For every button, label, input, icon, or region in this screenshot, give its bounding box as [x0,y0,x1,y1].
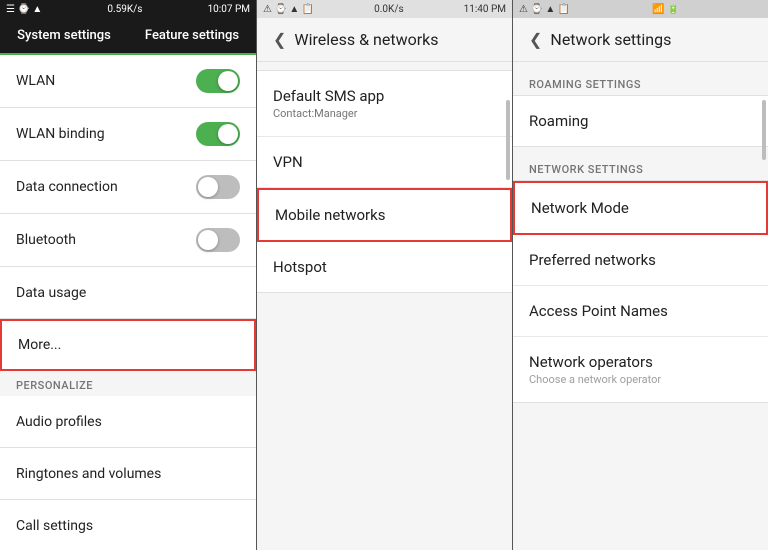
status-icons-3: ⚠ ⌚ ▲ 📋 [519,4,570,15]
status-signal-3: 📶 🔋 [652,4,679,15]
status-time-1: 10:07 PM [208,4,250,15]
roaming-card: Roaming [513,95,768,147]
network-item-apn[interactable]: Access Point Names [513,286,768,337]
status-bar-2: ⚠ ⌚ ▲ 📋 0.0K/s 11:40 PM [257,0,512,18]
toggle-wlan[interactable] [196,69,240,93]
network-card: Network Mode Preferred networks Access P… [513,180,768,403]
wireless-title: Wireless & networks [294,30,438,49]
network-item-operators[interactable]: Network operators Choose a network opera… [513,337,768,402]
setting-bluetooth[interactable]: Bluetooth [0,214,256,267]
wireless-menu-card: Default SMS app Contact:Manager VPN Mobi… [257,70,512,293]
menu-mobile-networks[interactable]: Mobile networks [257,188,512,242]
scroll-indicator-2 [506,100,510,180]
status-icons-2: ⚠ ⌚ ▲ 📋 [263,4,314,15]
menu-hotspot[interactable]: Hotspot [257,242,512,292]
tab-feature-settings[interactable]: Feature settings [128,18,256,53]
status-bar-3: ⚠ ⌚ ▲ 📋 📶 🔋 [513,0,768,18]
setting-data-connection[interactable]: Data connection [0,161,256,214]
back-button-3[interactable]: ❮ [529,30,542,49]
back-button-2[interactable]: ❮ [273,30,286,49]
status-time-2: 11:40 PM [464,4,506,15]
tabs-bar: System settings Feature settings [0,18,256,55]
menu-vpn[interactable]: VPN [257,137,512,188]
section-roaming: ROAMING SETTINGS Roaming [513,70,768,147]
toggle-wlan-binding[interactable] [196,122,240,146]
network-item-preferred[interactable]: Preferred networks [513,235,768,286]
panel-system-settings: ☰ ⌚ ▲ 0.59K/s 10:07 PM System settings F… [0,0,256,550]
setting-wlan-binding[interactable]: WLAN binding [0,108,256,161]
status-icons-left: ☰ ⌚ ▲ [6,4,42,15]
scroll-indicator-3 [762,100,766,160]
setting-audio-profiles[interactable]: Audio profiles [0,396,256,448]
toggle-bluetooth[interactable] [196,228,240,252]
panel-wireless-networks: ⚠ ⌚ ▲ 📋 0.0K/s 11:40 PM ❮ Wireless & net… [256,0,512,550]
network-section-label: NETWORK SETTINGS [513,155,768,180]
status-signal-2: 0.0K/s [374,4,403,15]
setting-call-settings[interactable]: Call settings [0,500,256,550]
roaming-section-label: ROAMING SETTINGS [513,70,768,95]
network-item-mode[interactable]: Network Mode [513,181,768,235]
setting-more[interactable]: More... [0,319,256,371]
menu-default-sms[interactable]: Default SMS app Contact:Manager [257,71,512,137]
setting-wlan[interactable]: WLAN [0,55,256,108]
network-item-roaming[interactable]: Roaming [513,96,768,146]
setting-data-usage[interactable]: Data usage [0,267,256,319]
toggle-data-connection[interactable] [196,175,240,199]
setting-ringtones-volumes[interactable]: Ringtones and volumes [0,448,256,500]
network-header: ❮ Network settings [513,18,768,62]
wireless-header: ❮ Wireless & networks [257,18,512,62]
panel-network-settings: ⚠ ⌚ ▲ 📋 📶 🔋 ❮ Network settings ROAMING S… [512,0,768,550]
status-bar-1: ☰ ⌚ ▲ 0.59K/s 10:07 PM [0,0,256,18]
status-info: 0.59K/s [107,4,142,15]
tab-system-settings[interactable]: System settings [0,18,128,53]
network-title: Network settings [550,30,671,49]
section-personalize: PERSONALIZE [0,371,256,396]
settings-list: WLAN WLAN binding Data connection Blueto… [0,55,256,550]
section-network: NETWORK SETTINGS Network Mode Preferred … [513,155,768,403]
